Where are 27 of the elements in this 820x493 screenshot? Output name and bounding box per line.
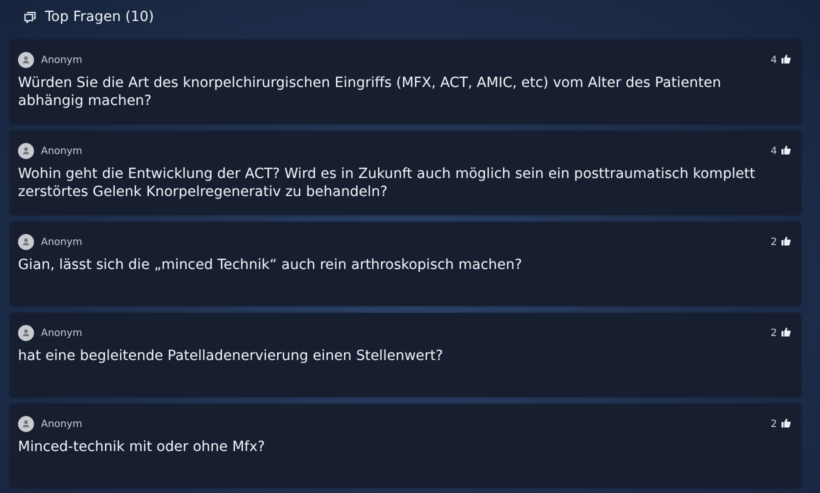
avatar-icon <box>18 143 34 159</box>
avatar-icon <box>18 234 34 250</box>
author-name: Anonym <box>41 418 82 430</box>
avatar-icon <box>18 416 34 432</box>
thumbs-up-icon[interactable] <box>781 327 791 337</box>
question-text: hat eine begleitende Patelladenervierung einen Stellenwert? <box>18 347 444 365</box>
question-text: Wohin geht die Entwicklung der ACT? Wird es in Zukunft auch möglich sein ein posttraumatisch komplett zerstörtes Gelenk Knorpelregenerativ zu behandeln? <box>18 165 756 201</box>
question-text: Würden Sie die Art des knorpelchirurgischen Eingriffs (MFX, ACT, AMIC, etc) vom Alter des Patienten abhängig machen? <box>18 74 722 110</box>
like-count: 4 <box>770 146 777 156</box>
author-name: Anonym <box>41 54 82 66</box>
author-name: Anonym <box>41 236 82 248</box>
section-title: Top Fragen (10) <box>45 9 154 25</box>
like-count: 4 <box>770 54 777 66</box>
question-text: Gian, lässt sich die „minced Technik“ auch rein arthroskopisch machen? <box>18 256 524 274</box>
like-count: 2 <box>770 236 777 248</box>
like-count: 2 <box>770 328 777 338</box>
author-name: Anonym <box>41 328 82 338</box>
author-name: Anonym <box>41 146 82 156</box>
thumbs-up-icon[interactable] <box>781 54 791 64</box>
like-count: 2 <box>770 418 777 430</box>
avatar-icon <box>18 325 34 341</box>
question-text: Minced-technik mit oder ohne Mfx? <box>18 438 266 456</box>
avatar-icon <box>18 52 34 68</box>
thumbs-up-icon[interactable] <box>781 418 791 428</box>
thumbs-up-icon[interactable] <box>781 145 791 155</box>
thumbs-up-icon[interactable] <box>781 236 791 246</box>
chat-icon <box>24 11 36 23</box>
